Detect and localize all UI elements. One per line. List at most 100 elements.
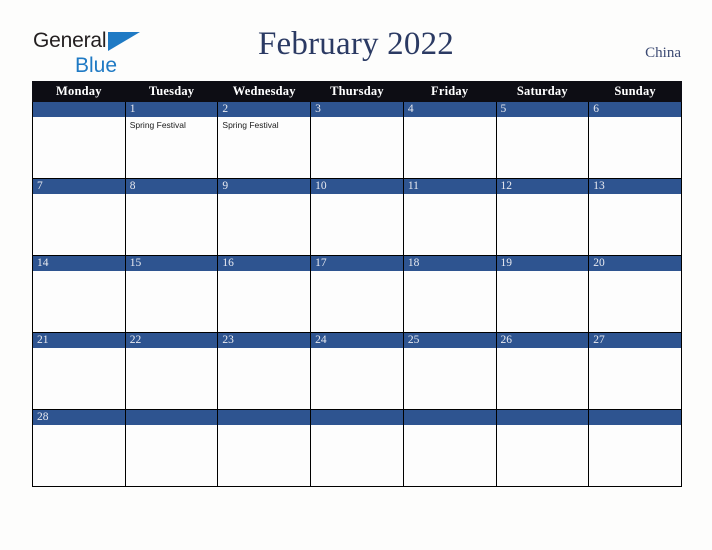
day-number: 28 xyxy=(33,410,125,425)
calendar-day-cell[interactable]: 17 xyxy=(310,255,404,333)
calendar-day-cell[interactable] xyxy=(310,409,404,487)
day-cell-content: 21 xyxy=(33,333,125,409)
day-events xyxy=(218,425,310,428)
day-cell-content: 28 xyxy=(33,410,125,486)
calendar-week-row: 7 8 9 10 11 12 13 xyxy=(32,178,682,256)
weekday-header-tuesday: Tuesday xyxy=(124,81,219,102)
calendar-week-row: 1 Spring Festival 2 Spring Festival 3 4 5 6 xyxy=(32,101,682,179)
day-number: 21 xyxy=(33,333,125,348)
calendar-day-cell[interactable] xyxy=(217,409,312,487)
day-cell-content: 24 xyxy=(311,333,403,409)
calendar-body: 1 Spring Festival 2 Spring Festival 3 4 5 6 7 8 9 1… xyxy=(32,101,682,487)
day-cell-content: 26 xyxy=(496,333,589,409)
calendar-day-cell[interactable]: 22 xyxy=(124,332,219,410)
day-events xyxy=(218,194,310,197)
day-cell-content: 8 xyxy=(125,179,218,255)
day-number xyxy=(496,410,589,425)
calendar-header-row: Monday Tuesday Wednesday Thursday Friday… xyxy=(32,81,682,102)
calendar-day-cell[interactable]: 2 Spring Festival xyxy=(217,101,312,179)
calendar-day-cell[interactable]: 25 xyxy=(402,332,497,410)
calendar-day-cell[interactable]: 27 xyxy=(588,332,682,410)
day-cell-content: 5 xyxy=(496,102,589,178)
day-cell-content xyxy=(33,102,125,178)
calendar-day-cell[interactable]: 9 xyxy=(217,178,312,256)
day-number: 20 xyxy=(589,256,681,271)
day-events xyxy=(126,348,218,351)
calendar-week-row: 21 22 23 24 25 26 27 xyxy=(32,332,682,410)
day-number xyxy=(311,410,403,425)
day-number: 2 xyxy=(218,102,311,117)
calendar-day-cell[interactable]: 12 xyxy=(495,178,590,256)
day-cell-content: 19 xyxy=(496,256,589,332)
calendar-day-cell[interactable]: 21 xyxy=(32,332,126,410)
day-events xyxy=(218,348,310,351)
day-number: 7 xyxy=(33,179,125,194)
day-cell-content: 23 xyxy=(218,333,311,409)
day-number: 3 xyxy=(311,102,403,117)
calendar-day-cell[interactable] xyxy=(495,409,590,487)
calendar-day-cell[interactable]: 16 xyxy=(217,255,312,333)
calendar-day-cell[interactable]: 23 xyxy=(217,332,312,410)
day-number: 11 xyxy=(403,179,496,194)
day-events xyxy=(497,348,589,351)
calendar-day-cell[interactable]: 7 xyxy=(32,178,126,256)
day-number: 1 xyxy=(125,102,218,117)
day-events xyxy=(311,271,403,274)
calendar-day-cell[interactable] xyxy=(124,409,219,487)
day-cell-content: 13 xyxy=(589,179,681,255)
day-events xyxy=(589,194,681,197)
day-number: 8 xyxy=(125,179,218,194)
day-number xyxy=(125,410,218,425)
day-cell-content: 7 xyxy=(33,179,125,255)
calendar-day-cell[interactable]: 28 xyxy=(32,409,126,487)
day-event-label: Spring Festival xyxy=(222,120,279,130)
day-number: 17 xyxy=(311,256,403,271)
day-number: 25 xyxy=(403,333,496,348)
day-events xyxy=(589,117,681,120)
calendar-day-cell[interactable]: 20 xyxy=(588,255,682,333)
calendar-day-cell[interactable] xyxy=(402,409,497,487)
calendar-day-cell[interactable]: 26 xyxy=(495,332,590,410)
calendar-day-cell[interactable]: 15 xyxy=(124,255,219,333)
day-events xyxy=(404,194,496,197)
day-number: 4 xyxy=(403,102,496,117)
calendar-day-cell[interactable]: 5 xyxy=(495,101,590,179)
calendar-day-cell[interactable]: 10 xyxy=(310,178,404,256)
day-events xyxy=(33,271,125,274)
day-cell-content: 9 xyxy=(218,179,311,255)
day-events xyxy=(126,194,218,197)
calendar-week-row: 28 xyxy=(32,409,682,487)
calendar-day-cell[interactable]: 19 xyxy=(495,255,590,333)
weekday-header-friday: Friday xyxy=(402,81,497,102)
day-number: 13 xyxy=(589,179,681,194)
day-events: Spring Festival xyxy=(218,117,310,131)
calendar-day-cell[interactable]: 11 xyxy=(402,178,497,256)
day-number xyxy=(33,102,125,117)
day-number: 22 xyxy=(125,333,218,348)
day-number: 9 xyxy=(218,179,311,194)
day-events xyxy=(589,271,681,274)
calendar-page: General Blue February 2022 China Monday … xyxy=(0,0,712,550)
day-events xyxy=(311,425,403,428)
calendar-day-cell[interactable]: 13 xyxy=(588,178,682,256)
weekday-header-sunday: Sunday xyxy=(588,81,682,102)
calendar-day-cell[interactable]: 6 xyxy=(588,101,682,179)
day-cell-content: 12 xyxy=(496,179,589,255)
calendar-day-cell[interactable]: 1 Spring Festival xyxy=(124,101,219,179)
calendar-day-cell[interactable]: 18 xyxy=(402,255,497,333)
day-number: 18 xyxy=(403,256,496,271)
day-events xyxy=(497,117,589,120)
calendar-day-cell[interactable]: 4 xyxy=(402,101,497,179)
day-events xyxy=(126,271,218,274)
day-number: 6 xyxy=(589,102,681,117)
day-events xyxy=(311,194,403,197)
day-events: Spring Festival xyxy=(126,117,218,131)
calendar-day-cell[interactable] xyxy=(588,409,682,487)
calendar-day-cell[interactable]: 3 xyxy=(310,101,404,179)
day-events xyxy=(126,425,218,428)
day-events xyxy=(404,117,496,120)
calendar-day-cell[interactable]: 14 xyxy=(32,255,126,333)
calendar-day-cell[interactable] xyxy=(32,101,126,179)
calendar-day-cell[interactable]: 24 xyxy=(310,332,404,410)
calendar-day-cell[interactable]: 8 xyxy=(124,178,219,256)
